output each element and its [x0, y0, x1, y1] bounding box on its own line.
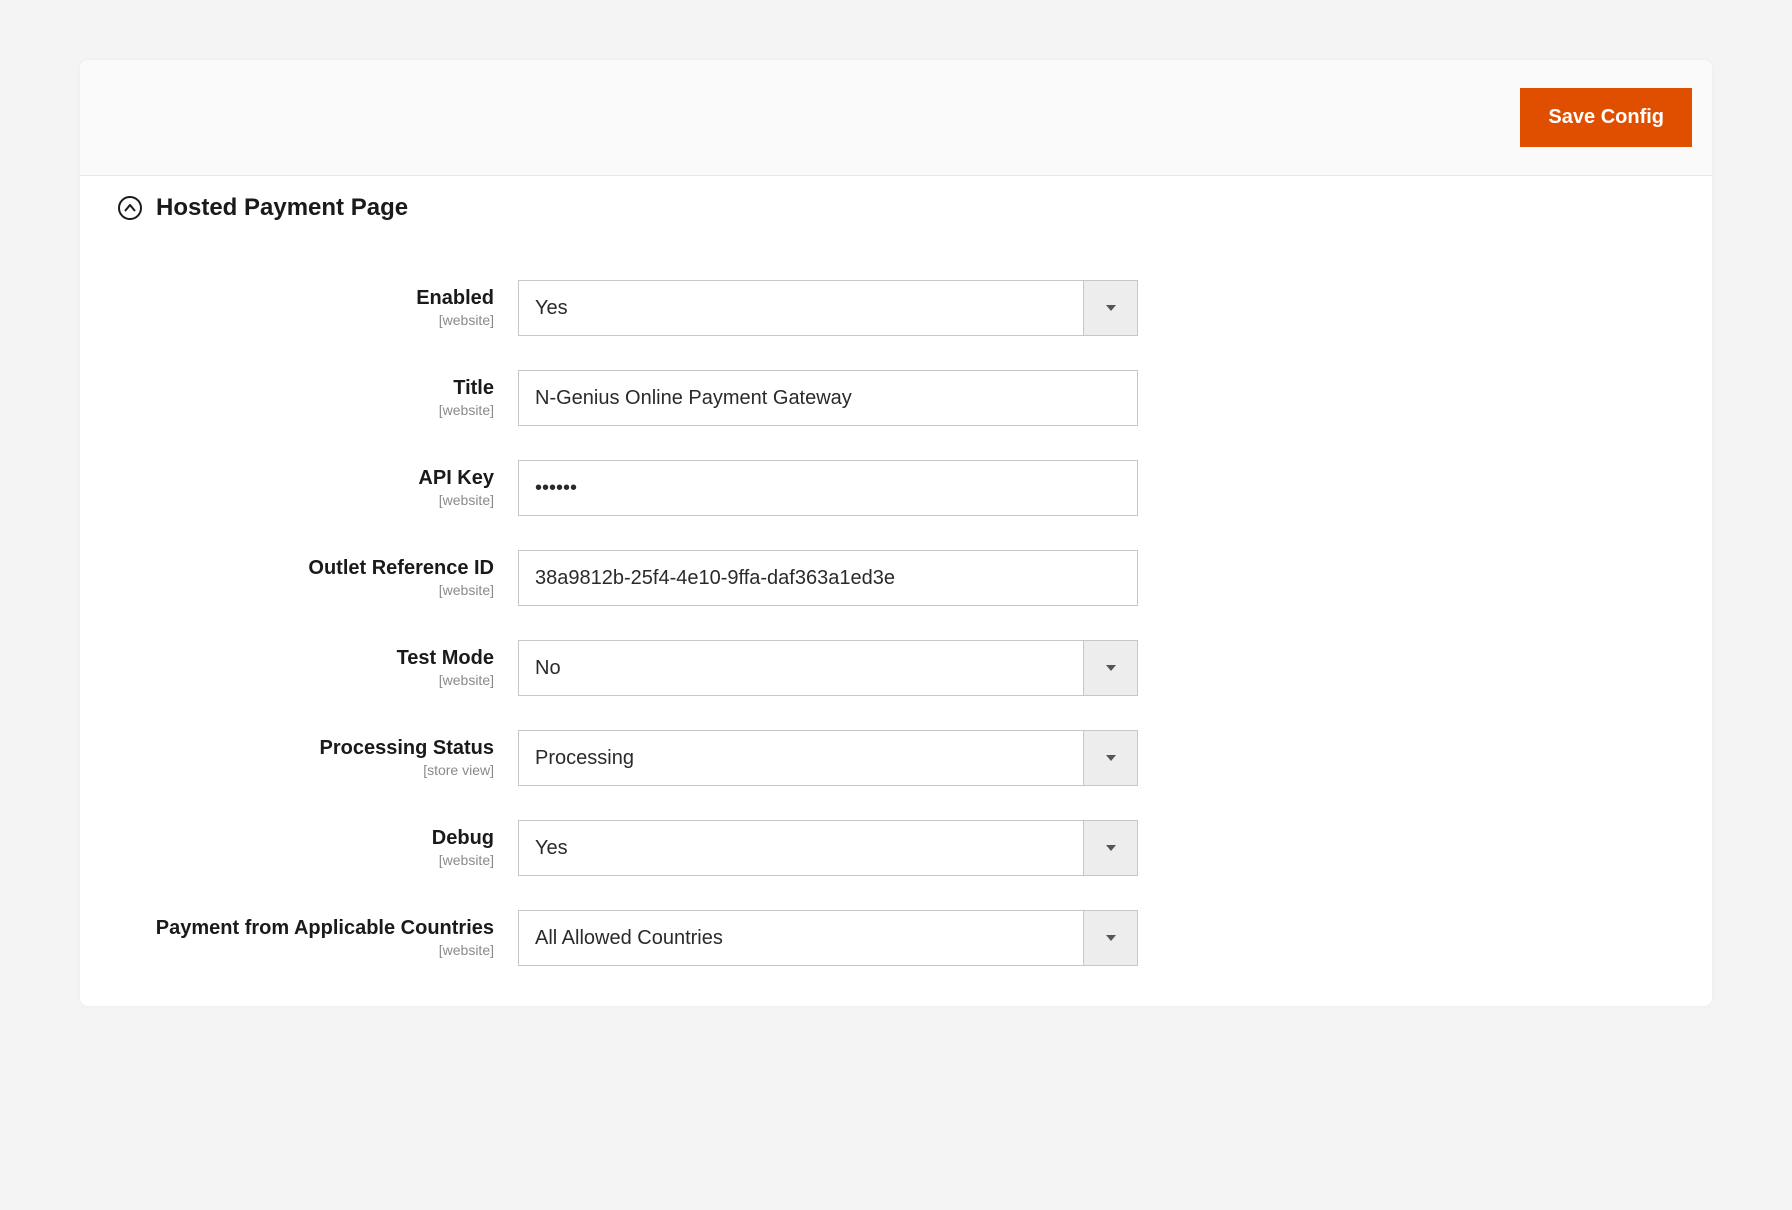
processing-value: Processing [519, 731, 1083, 785]
row-debug: Debug [website] Yes [118, 820, 1674, 876]
chevron-down-icon [1083, 641, 1137, 695]
scope-title: [website] [118, 402, 494, 418]
collapse-icon[interactable] [118, 196, 142, 220]
row-title: Title [website] [118, 370, 1674, 426]
row-test-mode: Test Mode [website] No [118, 640, 1674, 696]
save-config-button[interactable]: Save Config [1520, 88, 1692, 147]
label-title: Title [453, 377, 494, 399]
label-countries: Payment from Applicable Countries [156, 917, 494, 939]
api-key-input[interactable] [518, 460, 1138, 516]
row-outlet: Outlet Reference ID [website] [118, 550, 1674, 606]
test-mode-select[interactable]: No [518, 640, 1138, 696]
row-api-key: API Key [website] [118, 460, 1674, 516]
scope-enabled: [website] [118, 312, 494, 328]
label-api-key: API Key [418, 467, 494, 489]
section-header[interactable]: Hosted Payment Page [80, 176, 1712, 230]
processing-select[interactable]: Processing [518, 730, 1138, 786]
outlet-input[interactable] [518, 550, 1138, 606]
form-area: Enabled [website] Yes Title [website] [80, 230, 1712, 1006]
chevron-down-icon [1083, 731, 1137, 785]
label-enabled: Enabled [416, 287, 494, 309]
chevron-down-icon [1083, 821, 1137, 875]
enabled-value: Yes [519, 281, 1083, 335]
chevron-down-icon [1083, 911, 1137, 965]
label-debug: Debug [432, 827, 494, 849]
scope-debug: [website] [118, 852, 494, 868]
countries-select[interactable]: All Allowed Countries [518, 910, 1138, 966]
scope-test-mode: [website] [118, 672, 494, 688]
chevron-down-icon [1083, 281, 1137, 335]
row-enabled: Enabled [website] Yes [118, 280, 1674, 336]
debug-select[interactable]: Yes [518, 820, 1138, 876]
section-title: Hosted Payment Page [156, 194, 408, 222]
row-processing: Processing Status [store view] Processin… [118, 730, 1674, 786]
countries-value: All Allowed Countries [519, 911, 1083, 965]
label-processing: Processing Status [319, 737, 494, 759]
panel-header: Save Config [80, 60, 1712, 176]
scope-api-key: [website] [118, 492, 494, 508]
scope-processing: [store view] [118, 762, 494, 778]
row-countries: Payment from Applicable Countries [websi… [118, 910, 1674, 966]
debug-value: Yes [519, 821, 1083, 875]
title-input[interactable] [518, 370, 1138, 426]
test-mode-value: No [519, 641, 1083, 695]
scope-countries: [website] [118, 942, 494, 958]
label-outlet: Outlet Reference ID [308, 557, 494, 579]
config-panel: Save Config Hosted Payment Page Enabled … [80, 60, 1712, 1006]
scope-outlet: [website] [118, 582, 494, 598]
label-test-mode: Test Mode [397, 647, 494, 669]
enabled-select[interactable]: Yes [518, 280, 1138, 336]
